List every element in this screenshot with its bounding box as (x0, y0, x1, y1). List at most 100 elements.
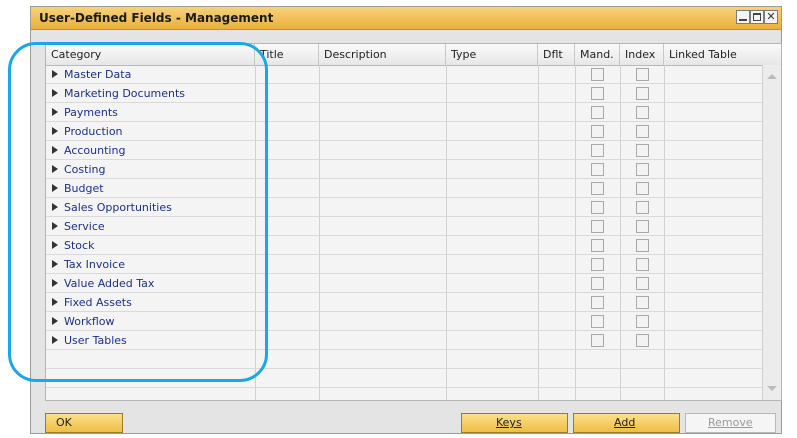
category-row[interactable]: Service (46, 217, 764, 236)
mandatory-checkbox[interactable] (591, 258, 604, 271)
expand-arrow-icon[interactable] (52, 279, 58, 287)
category-label[interactable]: Accounting (52, 141, 125, 160)
expand-arrow-icon[interactable] (52, 108, 58, 116)
index-checkbox[interactable] (636, 258, 649, 271)
mandatory-checkbox[interactable] (591, 334, 604, 347)
expand-arrow-icon[interactable] (52, 241, 58, 249)
category-row[interactable]: Costing (46, 160, 764, 179)
mandatory-checkbox[interactable] (591, 163, 604, 176)
mandatory-checkbox[interactable] (591, 106, 604, 119)
category-row[interactable]: Value Added Tax (46, 274, 764, 293)
category-row[interactable]: Tax Invoice (46, 255, 764, 274)
mandatory-checkbox[interactable] (591, 315, 604, 328)
expand-arrow-icon[interactable] (52, 184, 58, 192)
category-label[interactable]: Tax Invoice (52, 255, 125, 274)
category-label[interactable]: Payments (52, 103, 118, 122)
mandatory-checkbox[interactable] (591, 87, 604, 100)
expand-arrow-icon[interactable] (52, 146, 58, 154)
mandatory-checkbox[interactable] (591, 201, 604, 214)
scroll-down-icon[interactable] (767, 386, 777, 391)
index-checkbox[interactable] (636, 163, 649, 176)
category-row[interactable]: User Tables (46, 331, 764, 350)
mandatory-checkbox[interactable] (591, 220, 604, 233)
mandatory-checkbox[interactable] (591, 144, 604, 157)
ok-button[interactable]: OK (45, 413, 123, 433)
category-label[interactable]: Production (52, 122, 123, 141)
title-bar[interactable]: User-Defined Fields - Management ✕ (31, 7, 781, 30)
category-label[interactable]: Master Data (52, 65, 131, 84)
category-label[interactable]: Service (52, 217, 105, 236)
keys-button[interactable]: Keys (461, 413, 568, 433)
category-row[interactable]: Budget (46, 179, 764, 198)
index-checkbox[interactable] (636, 182, 649, 195)
expand-arrow-icon[interactable] (52, 127, 58, 135)
mandatory-checkbox[interactable] (591, 125, 604, 138)
index-checkbox[interactable] (636, 220, 649, 233)
category-label[interactable]: Budget (52, 179, 104, 198)
expand-arrow-icon[interactable] (52, 298, 58, 306)
index-checkbox[interactable] (636, 315, 649, 328)
remove-button[interactable]: Remove (685, 413, 776, 433)
index-checkbox[interactable] (636, 144, 649, 157)
expand-arrow-icon[interactable] (52, 165, 58, 173)
column-header-type[interactable]: Type (446, 44, 538, 65)
expand-arrow-icon[interactable] (52, 222, 58, 230)
mandatory-checkbox[interactable] (591, 239, 604, 252)
category-row[interactable]: Accounting (46, 141, 764, 160)
expand-arrow-icon[interactable] (52, 260, 58, 268)
minimize-icon[interactable] (736, 10, 750, 24)
column-header-linked-table[interactable]: Linked Table (664, 44, 781, 65)
category-label[interactable]: Marketing Documents (52, 84, 185, 103)
category-label[interactable]: Stock (52, 236, 94, 255)
add-button[interactable]: Add (573, 413, 680, 433)
mandatory-checkbox[interactable] (591, 68, 604, 81)
maximize-icon[interactable] (750, 10, 764, 24)
expand-arrow-icon[interactable] (52, 336, 58, 344)
index-checkbox[interactable] (636, 68, 649, 81)
category-label-text: Stock (64, 239, 95, 252)
vertical-scrollbar[interactable] (762, 65, 781, 400)
column-header-dflt[interactable]: Dflt (538, 44, 575, 65)
category-row[interactable]: Sales Opportunities (46, 198, 764, 217)
index-checkbox[interactable] (636, 125, 649, 138)
category-label[interactable]: Sales Opportunities (52, 198, 172, 217)
close-icon[interactable]: ✕ (764, 10, 778, 24)
expand-arrow-icon[interactable] (52, 317, 58, 325)
category-row[interactable]: Fixed Assets (46, 293, 764, 312)
category-label-text: Costing (64, 163, 106, 176)
category-label-text: Tax Invoice (64, 258, 125, 271)
index-checkbox[interactable] (636, 239, 649, 252)
index-checkbox[interactable] (636, 87, 649, 100)
column-header-description[interactable]: Description (319, 44, 446, 65)
category-row[interactable]: Master Data (46, 65, 764, 84)
column-header-category[interactable]: Category (46, 44, 255, 65)
category-row[interactable]: Stock (46, 236, 764, 255)
index-checkbox[interactable] (636, 277, 649, 290)
column-header-mand[interactable]: Mand. (575, 44, 620, 65)
category-label[interactable]: Workflow (52, 312, 115, 331)
category-label[interactable]: Value Added Tax (52, 274, 154, 293)
index-checkbox[interactable] (636, 201, 649, 214)
category-row[interactable]: Marketing Documents (46, 84, 764, 103)
empty-row (46, 369, 764, 388)
category-row[interactable]: Production (46, 122, 764, 141)
category-label[interactable]: Fixed Assets (52, 293, 132, 312)
category-label[interactable]: Costing (52, 160, 105, 179)
category-label[interactable]: User Tables (52, 331, 127, 350)
category-label-text: Workflow (64, 315, 115, 328)
expand-arrow-icon[interactable] (52, 70, 58, 78)
category-row[interactable]: Payments (46, 103, 764, 122)
mandatory-checkbox[interactable] (591, 296, 604, 309)
mandatory-checkbox[interactable] (591, 277, 604, 290)
column-header-index[interactable]: Index (620, 44, 664, 65)
index-checkbox[interactable] (636, 296, 649, 309)
mandatory-checkbox[interactable] (591, 182, 604, 195)
udf-management-window: User-Defined Fields - Management ✕ Categ… (30, 6, 782, 434)
expand-arrow-icon[interactable] (52, 203, 58, 211)
category-row[interactable]: Workflow (46, 312, 764, 331)
column-header-title[interactable]: Title (255, 44, 319, 65)
index-checkbox[interactable] (636, 334, 649, 347)
expand-arrow-icon[interactable] (52, 89, 58, 97)
scroll-up-icon[interactable] (767, 74, 777, 79)
index-checkbox[interactable] (636, 106, 649, 119)
